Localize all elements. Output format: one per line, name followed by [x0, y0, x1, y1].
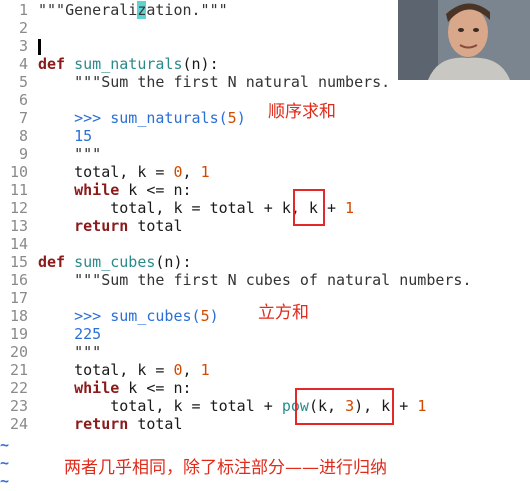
line-number: 13	[9, 217, 28, 235]
line-number: 17	[9, 289, 28, 307]
code-line[interactable]: while k <= n:	[38, 181, 191, 199]
code-line[interactable]: """	[38, 343, 101, 361]
code-line[interactable]: total, k = 0, 1	[38, 163, 209, 181]
line-number: 5	[18, 73, 28, 91]
line-number: 14	[9, 235, 28, 253]
code-line[interactable]: total, k = 0, 1	[38, 361, 209, 379]
code-line[interactable]: """Sum the first N cubes of natural numb…	[38, 271, 471, 289]
line-number: 2	[18, 19, 28, 37]
line-number: 21	[9, 361, 28, 379]
line-number: 24	[9, 415, 28, 433]
code-line[interactable]: >>> sum_cubes(5)	[38, 307, 219, 325]
highlight-box-pow	[295, 388, 394, 425]
text-cursor	[38, 38, 41, 55]
line-number: 3	[18, 37, 28, 55]
code-line[interactable]: def sum_naturals(n):	[38, 55, 219, 73]
line-number: 12	[9, 199, 28, 217]
line-number: 16	[9, 271, 28, 289]
empty-line-tilde: ~	[0, 436, 10, 454]
code-line[interactable]: while k <= n:	[38, 379, 191, 397]
annotation-sum-cubes: 立方和	[258, 303, 309, 323]
code-line[interactable]: >>> sum_naturals(5)	[38, 109, 246, 127]
line-number: 11	[9, 181, 28, 199]
code-line[interactable]: 225	[38, 325, 101, 343]
empty-line-tilde: ~	[0, 472, 10, 490]
code-line[interactable]: return total	[38, 415, 182, 433]
code-line[interactable]: def sum_cubes(n):	[38, 253, 192, 271]
line-number: 6	[18, 91, 28, 109]
code-line[interactable]: return total	[38, 217, 182, 235]
code-line[interactable]: """Sum the first N natural numbers.	[38, 73, 390, 91]
annotation-bottom: 两者几乎相同，除了标注部分——进行归纳	[64, 458, 387, 478]
line-number: 18	[9, 307, 28, 325]
code-line[interactable]	[38, 37, 41, 55]
code-line[interactable]: 15	[38, 127, 92, 145]
line-number: 7	[18, 109, 28, 127]
empty-line-tilde: ~	[0, 454, 10, 472]
line-number: 15	[9, 253, 28, 271]
presenter-image	[398, 0, 530, 80]
highlight-box-k	[293, 189, 325, 226]
line-number: 4	[18, 55, 28, 73]
line-number: 8	[18, 127, 28, 145]
code-line[interactable]: """Generalization."""	[38, 1, 228, 19]
line-number: 23	[9, 397, 28, 415]
line-number: 10	[9, 163, 28, 181]
line-number: 19	[9, 325, 28, 343]
presenter-video	[398, 0, 530, 80]
line-number: 9	[18, 145, 28, 163]
line-number: 20	[9, 343, 28, 361]
annotation-sum-naturals: 顺序求和	[268, 102, 336, 122]
code-line[interactable]: """	[38, 145, 101, 163]
line-number: 1	[18, 1, 28, 19]
code-editor[interactable]: 1 """Generalization.""" 2 3 4 def sum_natural…	[0, 0, 530, 491]
line-number: 22	[9, 379, 28, 397]
